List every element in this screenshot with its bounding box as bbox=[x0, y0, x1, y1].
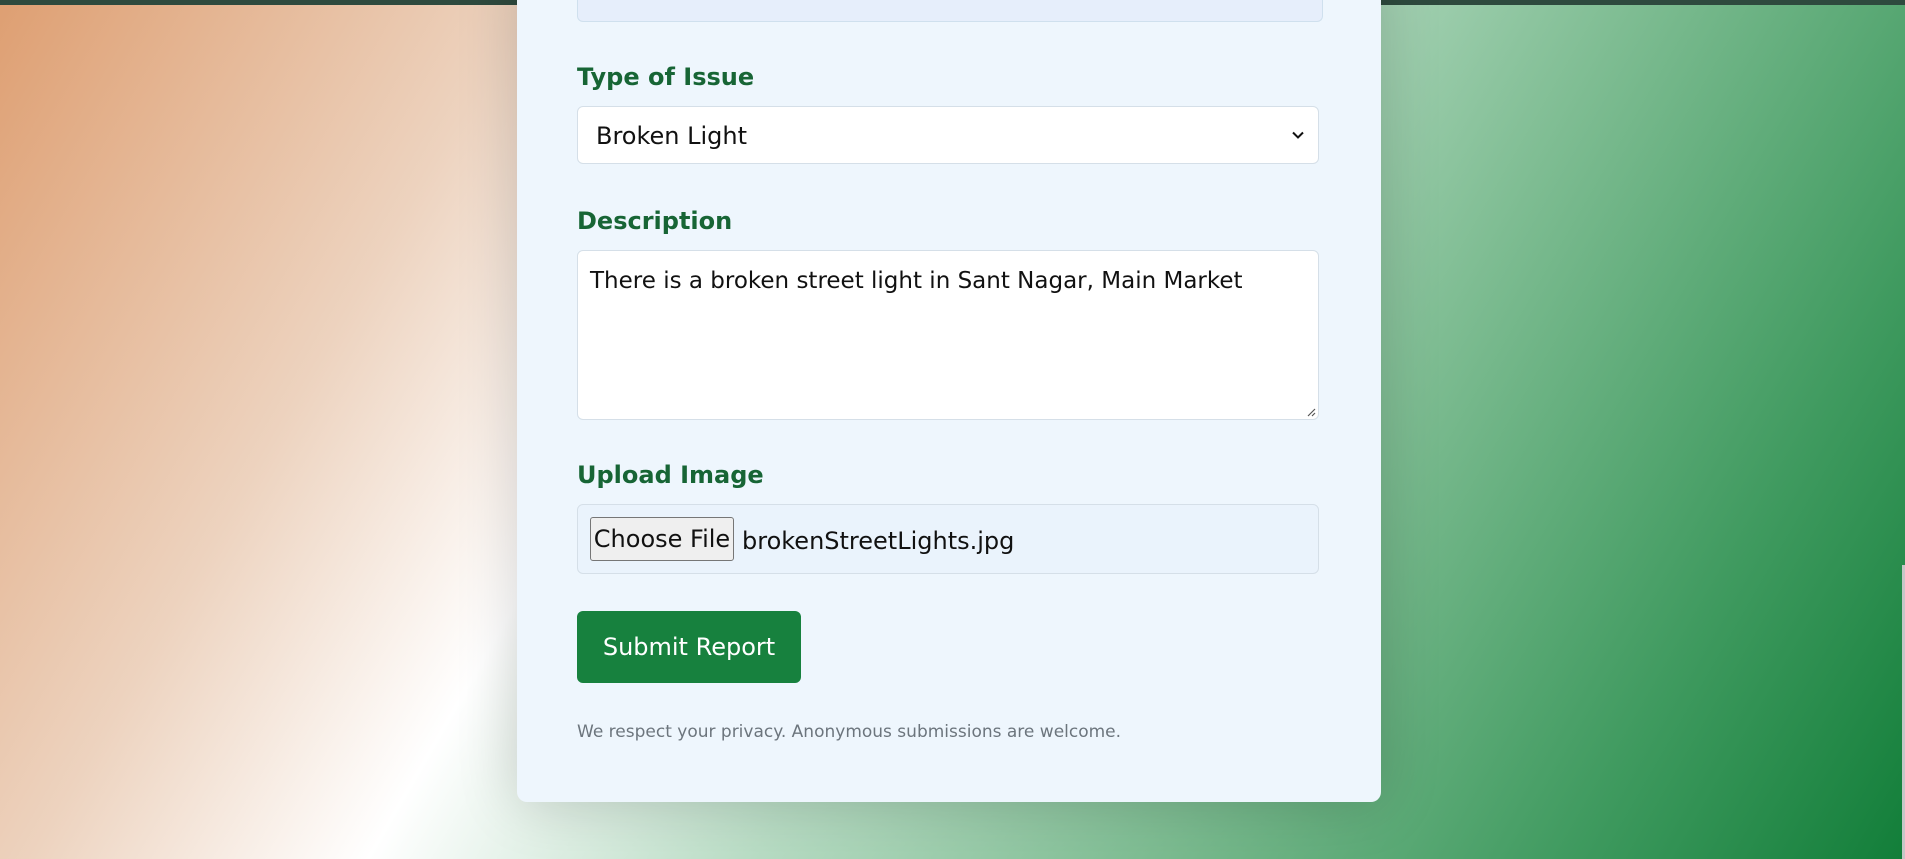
selected-file-name: brokenStreetLights.jpg bbox=[742, 527, 1015, 555]
description-label: Description bbox=[577, 207, 733, 235]
chevron-down-icon bbox=[1292, 131, 1304, 139]
submit-report-button[interactable]: Submit Report bbox=[577, 611, 801, 683]
previous-field-input[interactable] bbox=[577, 0, 1323, 22]
description-text: There is a broken street light in Sant N… bbox=[590, 268, 1243, 294]
privacy-note: We respect your privacy. Anonymous submi… bbox=[577, 722, 1122, 742]
issue-type-select[interactable]: Broken Light bbox=[577, 106, 1319, 164]
description-textarea[interactable]: There is a broken street light in Sant N… bbox=[577, 250, 1319, 420]
file-upload-field: Choose File brokenStreetLights.jpg bbox=[577, 504, 1319, 574]
issue-type-label: Type of Issue bbox=[577, 63, 755, 91]
issue-type-selected-value: Broken Light bbox=[596, 122, 748, 150]
upload-image-label: Upload Image bbox=[577, 461, 764, 489]
choose-file-button[interactable]: Choose File bbox=[590, 517, 734, 561]
resize-handle-icon[interactable] bbox=[1304, 405, 1316, 417]
